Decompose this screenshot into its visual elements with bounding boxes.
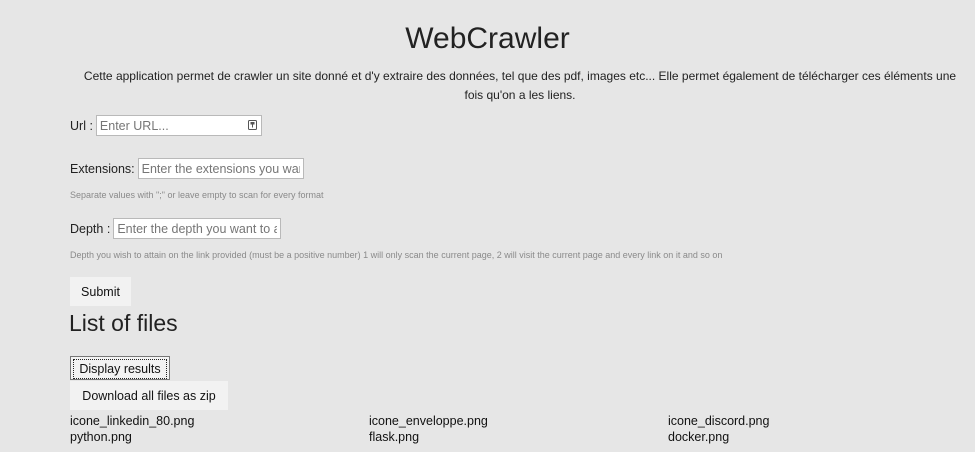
file-item: python.png [70,430,132,444]
file-item: flask.png [369,430,420,444]
display-results-label: Display results [73,359,167,379]
depth-help: Depth you wish to attain on the link pro… [70,250,723,260]
file-list: icone_linkedin_80.png icone_enveloppe.pn… [70,413,965,445]
file-item: icone_discord.png [668,414,770,428]
extensions-label: Extensions: [70,161,135,176]
download-zip-button[interactable]: Download all files as zip [70,381,228,410]
depth-label: Depth : [70,221,111,236]
page-title: WebCrawler [405,22,570,55]
file-item: icone_enveloppe.png [369,414,488,428]
extensions-help: Separate values with ";" or leave empty … [70,190,324,200]
file-item: icone_linkedin_80.png [70,414,195,428]
url-label: Url : [70,118,93,133]
submit-button[interactable]: Submit [70,277,131,306]
url-input[interactable] [95,115,262,136]
extensions-row: Extensions: [70,158,304,179]
password-key-icon[interactable] [247,120,257,130]
files-section-title: List of files [69,310,178,336]
depth-input[interactable] [113,218,282,239]
file-item: docker.png [668,430,730,444]
display-results-button[interactable]: Display results [70,356,170,380]
extensions-input[interactable] [137,158,304,179]
url-input-wrapper [95,115,262,136]
app-description: Cette application permet de crawler un s… [83,69,957,102]
url-row: Url : [70,115,262,136]
depth-row: Depth : [70,218,282,239]
